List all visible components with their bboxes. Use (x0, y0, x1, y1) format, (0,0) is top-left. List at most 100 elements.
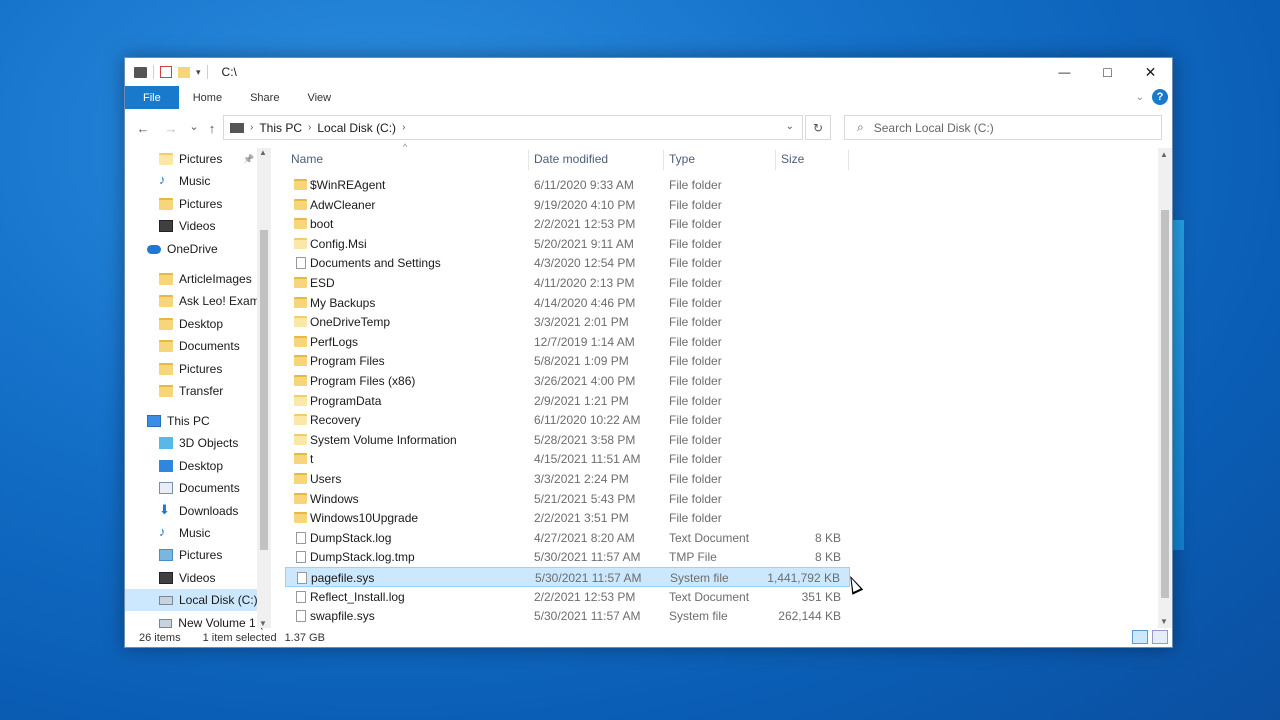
forward-button[interactable]: → (160, 117, 182, 139)
new-folder-icon[interactable] (178, 66, 190, 78)
file-row[interactable]: Windows 5/21/2021 5:43 PM File folder (285, 489, 850, 509)
file-row[interactable]: Config.Msi 5/20/2021 9:11 AM File folder (285, 234, 850, 254)
nav-item[interactable]: Pictures (125, 193, 271, 215)
file-row[interactable]: Program Files (x86) 3/26/2021 4:00 PM File… (285, 371, 850, 391)
nav-item[interactable]: Desktop (125, 455, 271, 477)
file-row[interactable]: DumpStack.log 4/27/2021 8:20 AM Text Docum… (285, 528, 850, 548)
file-row[interactable]: ESD 4/11/2020 2:13 PM File folder (285, 273, 850, 293)
tab-share[interactable]: Share (236, 86, 293, 109)
column-divider[interactable] (663, 150, 664, 170)
breadcrumb-local-disk[interactable]: Local Disk (C:) (317, 121, 396, 135)
nav-item[interactable]: Desktop (125, 313, 271, 335)
file-row[interactable]: Users 3/3/2021 2:24 PM File folder (285, 469, 850, 489)
column-header-type[interactable]: Type (669, 148, 695, 170)
nav-item[interactable]: Local Disk (C:) (125, 589, 271, 611)
file-row[interactable]: System Volume Information 5/28/2021 3:58 … (285, 430, 850, 450)
search-input[interactable] (873, 120, 1134, 135)
nav-item[interactable]: Videos (125, 567, 271, 589)
nav-item[interactable]: Videos (125, 215, 271, 237)
file-row[interactable]: swapfile.sys 5/30/2021 11:57 AM System fil… (285, 606, 850, 626)
nav-item[interactable]: Pictures 📌 (125, 148, 271, 170)
file-name: My Backups (310, 295, 376, 310)
address-dropdown-icon[interactable]: ⌄ (786, 121, 794, 132)
column-header-name[interactable]: Name (291, 148, 323, 170)
nav-item[interactable]: Pictures (125, 544, 271, 566)
column-divider[interactable] (528, 150, 529, 170)
file-row[interactable]: ProgramData 2/9/2021 1:21 PM File folder (285, 391, 850, 411)
scroll-down-arrow-icon[interactable]: ▼ (1160, 617, 1168, 626)
file-row[interactable]: PerfLogs 12/7/2019 1:14 AM File folder (285, 332, 850, 352)
nav-item[interactable]: Documents (125, 335, 271, 357)
chevron-right-icon[interactable]: › (402, 122, 405, 133)
nav-item[interactable]: OneDrive (125, 238, 271, 260)
nav-item[interactable]: Documents (125, 477, 271, 499)
nav-item[interactable]: This PC (125, 410, 271, 432)
close-button[interactable]: ✕ (1129, 58, 1172, 86)
navigation-pane-scrollbar[interactable]: ▲ ▼ (257, 148, 271, 628)
file-row[interactable]: Documents and Settings 4/3/2020 12:54 PM F… (285, 253, 850, 273)
back-button[interactable]: ← (132, 117, 154, 139)
breadcrumb-this-pc[interactable]: This PC (259, 121, 302, 135)
nav-item-label: Downloads (179, 504, 239, 518)
file-row[interactable]: OneDriveTemp 3/3/2021 2:01 PM File folder (285, 312, 850, 332)
nav-item[interactable]: Ask Leo! Exampl (125, 290, 271, 312)
pin-icon[interactable]: 📌 (243, 154, 254, 165)
folder-icon (159, 295, 173, 307)
scroll-up-arrow-icon[interactable]: ▲ (1160, 150, 1168, 159)
nav-item[interactable]: ♪ Music (125, 522, 271, 544)
address-bar[interactable]: › This PC › Local Disk (C:) › ⌄ (223, 115, 803, 140)
chevron-right-icon[interactable]: › (250, 122, 253, 133)
nav-item-label: 3D Objects (179, 436, 239, 450)
folder-icon (294, 218, 307, 230)
expand-ribbon-chevron-icon[interactable]: ⌄ (1136, 92, 1144, 103)
column-header-size[interactable]: Size (781, 148, 804, 170)
file-row[interactable]: Windows10Upgrade 2/2/2021 3:51 PM File fol… (285, 508, 850, 528)
customize-qat-icon[interactable]: ▾ (196, 67, 201, 78)
file-date: 5/30/2021 11:57 AM (535, 571, 642, 585)
help-icon[interactable]: ? (1152, 89, 1168, 105)
up-button[interactable]: ↑ (201, 117, 223, 139)
details-view-button[interactable] (1132, 630, 1148, 644)
file-row[interactable]: Recovery 6/11/2020 10:22 AM File folder (285, 410, 850, 430)
window-title: C:\ (221, 65, 237, 79)
tab-home[interactable]: Home (179, 86, 236, 109)
file-row[interactable]: My Backups 4/14/2020 4:46 PM File folder (285, 293, 850, 313)
file-size: 8 KB (814, 550, 841, 565)
title-bar[interactable]: ▾ C:\ — □ ✕ (125, 58, 1172, 86)
file-date: 6/11/2020 9:33 AM (534, 178, 634, 192)
tab-file[interactable]: File (125, 86, 179, 109)
file-row[interactable]: AdwCleaner 9/19/2020 4:10 PM File folder (285, 195, 850, 215)
nav-item[interactable]: 3D Objects (125, 432, 271, 454)
refresh-button[interactable]: ↻ (805, 115, 831, 140)
nav-item[interactable]: ♪ Music (125, 170, 271, 192)
file-type: File folder (669, 432, 722, 447)
nav-item[interactable]: ArticleImages (125, 268, 271, 290)
nav-item[interactable]: Transfer (125, 380, 271, 402)
scrollbar-thumb[interactable] (1161, 210, 1169, 598)
minimize-button[interactable]: — (1043, 58, 1086, 86)
scroll-up-arrow-icon[interactable]: ▲ (259, 148, 267, 157)
search-box[interactable]: ⌕ (844, 115, 1162, 140)
properties-icon[interactable] (160, 66, 172, 78)
column-divider[interactable] (848, 150, 849, 170)
maximize-button[interactable]: □ (1086, 58, 1129, 86)
file-row[interactable]: pagefile.sys 5/30/2021 11:57 AM System fil… (285, 567, 850, 587)
nav-item[interactable]: ⬇ Downloads (125, 500, 271, 522)
file-row[interactable]: Program Files 5/8/2021 1:09 PM File folder (285, 351, 850, 371)
column-divider[interactable] (775, 150, 776, 170)
file-row[interactable]: $WinREAgent 6/11/2020 9:33 AM File folder (285, 175, 850, 195)
scroll-down-arrow-icon[interactable]: ▼ (259, 619, 267, 628)
column-header-date-modified[interactable]: Date modified (534, 148, 608, 170)
file-row[interactable]: Reflect_Install.log 2/2/2021 12:53 PM Text… (285, 587, 850, 607)
downloads-icon: ⬇ (159, 502, 170, 517)
file-icon (296, 610, 306, 623)
file-row[interactable]: boot 2/2/2021 12:53 PM File folder (285, 214, 850, 234)
file-row[interactable]: DumpStack.log.tmp 5/30/2021 11:57 AM TMP F… (285, 547, 850, 567)
tab-view[interactable]: View (293, 86, 345, 109)
nav-item[interactable]: Pictures (125, 358, 271, 380)
file-list-scrollbar[interactable]: ▲ ▼ (1158, 148, 1172, 628)
chevron-right-icon[interactable]: › (308, 122, 311, 133)
scrollbar-thumb[interactable] (260, 230, 268, 550)
file-row[interactable]: t 4/15/2021 11:51 AM File folder (285, 449, 850, 469)
large-icons-view-button[interactable] (1152, 630, 1168, 644)
